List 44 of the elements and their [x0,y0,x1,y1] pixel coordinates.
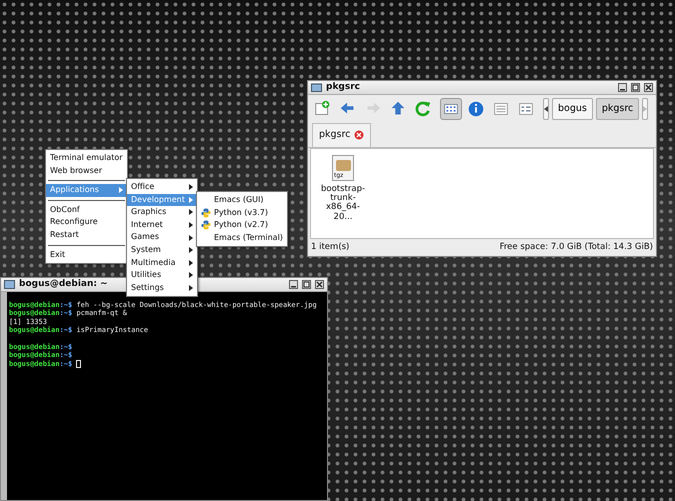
menu-item[interactable]: Utilities [127,269,197,282]
menu-item[interactable]: Emacs (GUI) [197,194,287,207]
scrollbar[interactable] [1,292,7,500]
maximize-button[interactable] [631,83,640,92]
close-button[interactable] [315,280,324,289]
menu-item[interactable]: ObConf [46,204,127,216]
folder-icon [311,83,322,92]
menu-item[interactable]: Web browser [46,164,127,178]
item-count: 1 item(s) [311,241,350,254]
scroll-right-button[interactable] [642,98,648,120]
terminal-icon [4,280,15,289]
path-button[interactable]: pkgsrc [596,98,640,120]
close-button[interactable] [644,83,653,92]
caret-right-icon [643,106,648,112]
menu-item[interactable]: Exit [46,248,127,262]
menu-item[interactable]: Terminal emulator [46,152,127,165]
maximize-button[interactable] [302,280,311,289]
folder-tab[interactable]: pkgsrc [312,123,372,146]
python-icon [201,220,211,230]
menu-item[interactable]: Emacs (Terminal) [197,232,287,244]
menu-item[interactable]: Graphics [127,206,197,219]
menu-item[interactable]: Python (v2.7) [197,219,287,232]
minimize-button[interactable] [289,280,298,289]
menu-item[interactable]: Restart [46,228,127,242]
scroll-left-button[interactable] [543,98,549,120]
menu-item[interactable]: Settings [127,282,197,294]
submenu-arrow-icon [118,187,123,194]
menu-item[interactable]: System [127,244,197,257]
menu-item[interactable]: Games [127,231,197,244]
free-space: Free space: 7.0 GiB (Total: 14.3 GiB) [500,241,653,254]
window-title: pkgsrc [326,80,362,94]
menu-item[interactable]: Internet [127,218,197,232]
path-button[interactable]: bogus [552,98,593,120]
menu-item[interactable]: Reconfigure [46,216,127,229]
menu-item[interactable]: Office [127,181,197,194]
python-icon [201,208,211,218]
caret-left-icon [544,106,548,112]
minimize-button[interactable] [618,83,627,92]
file-name[interactable]: bootstrap- trunk- x86_64-20... [317,184,369,222]
menu-item[interactable]: Multimedia [127,256,197,270]
window-title: bogus@debian: ~ [19,278,108,291]
close-icon[interactable] [354,130,364,140]
icon-view-button[interactable] [440,98,462,120]
menu-item[interactable]: Python (v3.7) [197,206,287,220]
